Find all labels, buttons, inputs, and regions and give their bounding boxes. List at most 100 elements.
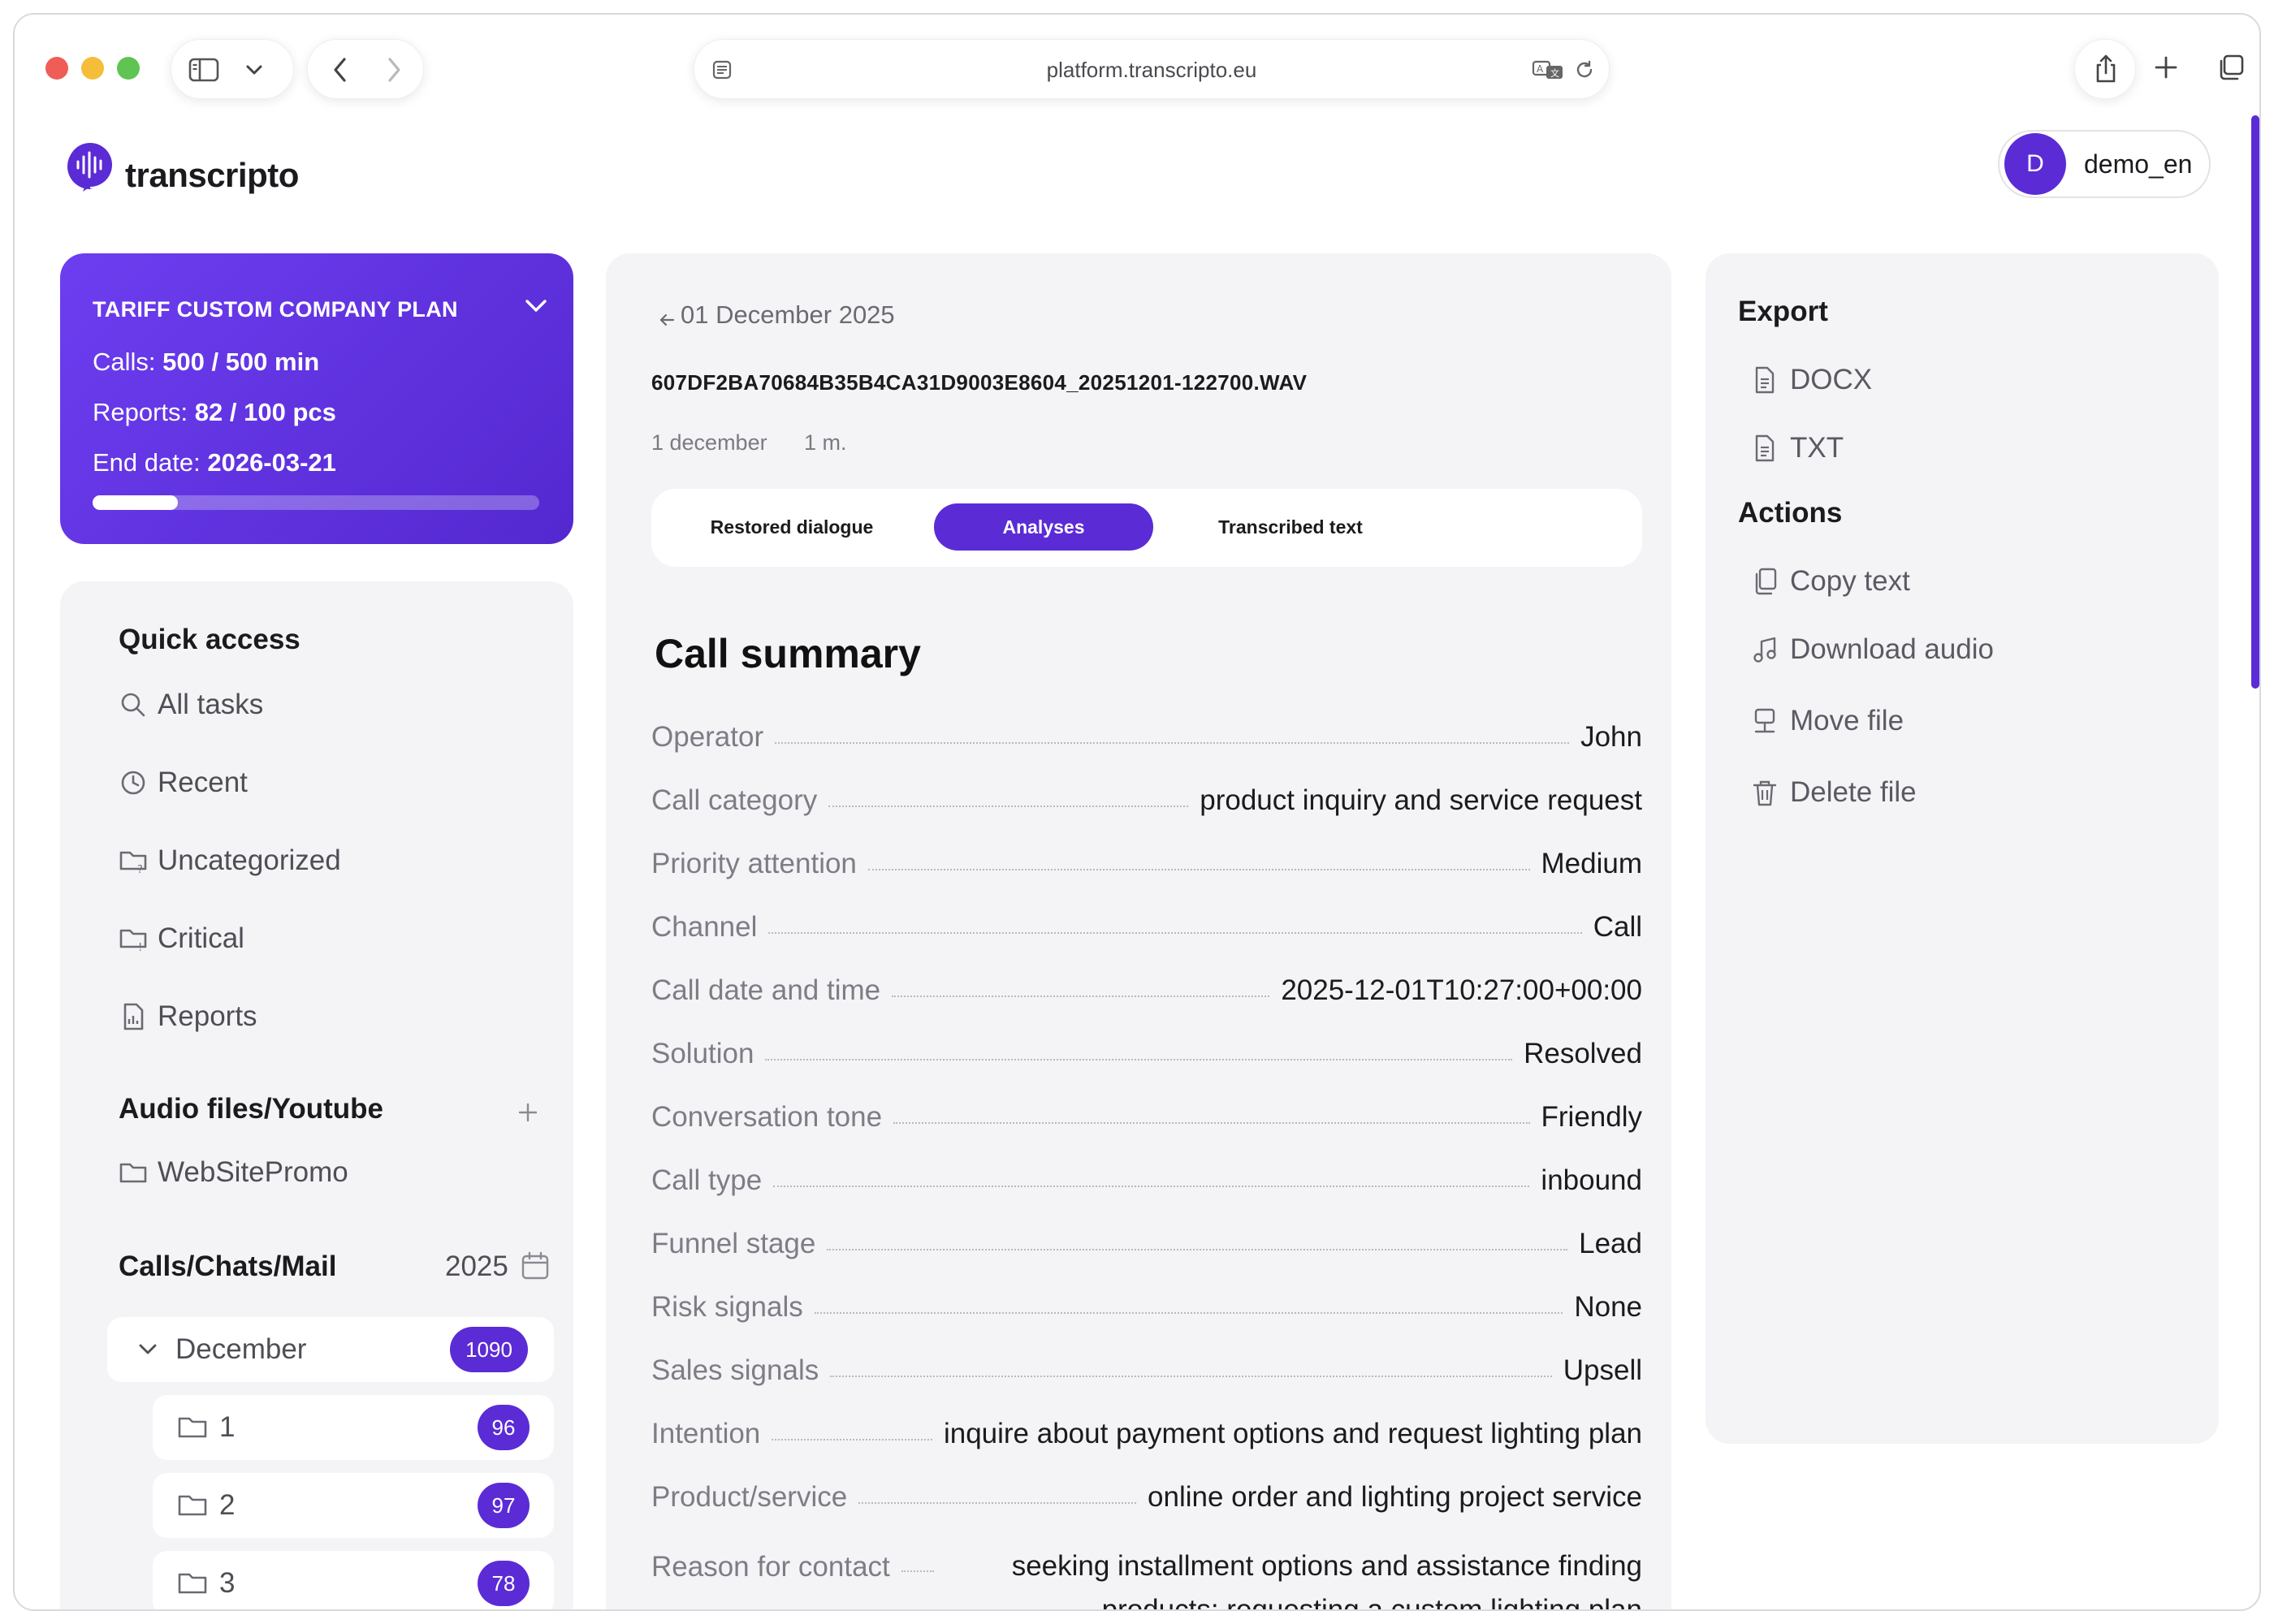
summary-value: inquire about payment options and reques… [943,1418,1642,1449]
sidebar-item-uncategorized[interactable]: ? Uncategorized [119,844,341,877]
dotted-leader [828,806,1189,807]
day-count-badge: 78 [478,1561,530,1606]
clock-icon [119,768,148,797]
close-window-button[interactable] [45,57,68,80]
sidebar-toggle-icon[interactable] [188,56,220,84]
copy-text-button[interactable]: Copy text [1751,565,1910,598]
copy-icon [1751,567,1779,596]
address-bar[interactable]: platform.transcripto.eu A文 [694,39,1610,99]
summary-row-sales-signals: Sales signals Upsell [651,1354,1642,1387]
summary-value: None [1574,1291,1642,1323]
arrow-left-icon [658,306,676,326]
summary-key: Solution [651,1038,754,1069]
export-txt-label: TXT [1790,432,1844,464]
calendar-icon[interactable] [520,1250,551,1281]
dotted-leader [893,1122,1530,1124]
calls-chats-mail-title: Calls/Chats/Mail [119,1250,337,1282]
logo-text[interactable]: transcripto [125,156,299,195]
avatar: D [2004,133,2066,195]
tab-transcribed-text[interactable]: Transcribed text [1178,503,1403,551]
download-audio-button[interactable]: Download audio [1751,633,1994,666]
summary-row-channel: Channel Call [651,911,1642,944]
file-name: 607DF2BA70684B35B4CA31D9003E8604_2025120… [651,370,1308,395]
sidebar-item-websitepromo[interactable]: WebSitePromo [119,1156,348,1189]
summary-key: Call type [651,1164,763,1196]
day-folder-2[interactable]: 2 97 [153,1473,554,1538]
plan-calls-value: 500 / 500 min [162,348,320,376]
document-icon [1751,434,1779,463]
chevron-down-icon[interactable] [243,59,266,80]
move-file-button[interactable]: Move file [1751,705,1904,737]
tab-overview-icon[interactable] [2216,52,2246,83]
copy-text-label: Copy text [1790,565,1910,597]
sidebar-item-critical[interactable]: ! Critical [119,922,244,955]
plan-reports-label: Reports: [93,398,188,426]
sidebar-item-reports[interactable]: Reports [119,1000,257,1033]
sidebar-item-all-tasks[interactable]: All tasks [119,689,263,721]
logo-icon[interactable] [65,141,115,192]
dotted-leader [772,1439,932,1440]
summary-value: Resolved [1524,1038,1642,1069]
sidebar-item-label: Recent [158,767,248,798]
forward-arrow-icon[interactable] [379,56,409,84]
summary-key: Sales signals [651,1354,819,1386]
export-docx-button[interactable]: DOCX [1751,364,1872,396]
user-menu[interactable]: D demo_en [1998,130,2211,198]
back-link[interactable]: 01 December 2025 [658,300,895,330]
month-december[interactable]: December 1090 [107,1317,554,1382]
summary-row-call-category: Call category product inquiry and service… [651,784,1642,817]
add-folder-icon[interactable] [515,1099,541,1125]
reload-icon[interactable] [1571,58,1597,82]
summary-key: Call date and time [651,974,881,1006]
page-scrollbar[interactable] [2251,115,2259,689]
summary-row-product-service: Product/service online order and lighting… [651,1481,1642,1514]
summary-value: Upsell [1563,1354,1642,1386]
summary-key: Channel [651,911,758,943]
summary-row-intention: Intention inquire about payment options a… [651,1418,1642,1450]
summary-key: Call category [651,784,818,816]
day-count-badge: 96 [478,1405,530,1450]
export-title: Export [1738,296,1828,327]
folder-icon [177,1491,208,1520]
svg-text:?: ? [137,864,143,875]
minimize-window-button[interactable] [81,57,104,80]
chevron-down-icon[interactable] [136,1338,159,1361]
summary-value: product inquiry and service request [1200,784,1642,816]
svg-text:文: 文 [1550,67,1559,79]
day-folder-3[interactable]: 3 78 [153,1551,554,1609]
sidebar-item-label: Reports [158,1000,257,1032]
zoom-window-button[interactable] [117,57,140,80]
summary-key: Risk signals [651,1291,803,1323]
dotted-leader [830,1376,1552,1377]
folder-icon [177,1413,208,1442]
svg-text:A: A [1537,63,1544,75]
document-icon [1751,365,1779,395]
tab-restored-dialogue[interactable]: Restored dialogue [684,503,900,551]
plan-progress-bar [93,495,539,510]
plan-end-value: 2026-03-21 [207,448,336,477]
summary-value: online order and lighting project servic… [1148,1481,1642,1513]
music-note-icon [1751,635,1779,664]
summary-value: Friendly [1541,1101,1642,1133]
new-tab-icon[interactable] [2151,52,2181,83]
export-docx-label: DOCX [1790,364,1873,395]
export-txt-button[interactable]: TXT [1751,432,1844,464]
translate-icon[interactable]: A文 [1531,58,1565,82]
plan-progress-fill [93,495,178,510]
summary-key: Priority attention [651,848,857,879]
chevron-down-icon[interactable] [523,292,549,318]
folder-icon [119,1158,148,1187]
plan-end-date: End date: 2026-03-21 [93,448,336,477]
year-selector[interactable]: 2025 [445,1250,508,1283]
tab-analyses[interactable]: Analyses [934,503,1153,551]
day-folder-1[interactable]: 1 96 [153,1395,554,1460]
share-icon[interactable] [2091,53,2121,85]
delete-file-button[interactable]: Delete file [1751,776,1917,809]
sidebar-item-recent[interactable]: Recent [119,767,248,799]
summary-row-reason: Reason for contact seeking installment op… [651,1544,1642,1609]
back-arrow-icon[interactable] [326,56,355,84]
folder-question-icon: ? [119,846,148,876]
plan-reports: Reports: 82 / 100 pcs [93,398,336,427]
summary-title: Call summary [655,631,921,676]
sidebar-item-label: WebSitePromo [158,1156,348,1188]
